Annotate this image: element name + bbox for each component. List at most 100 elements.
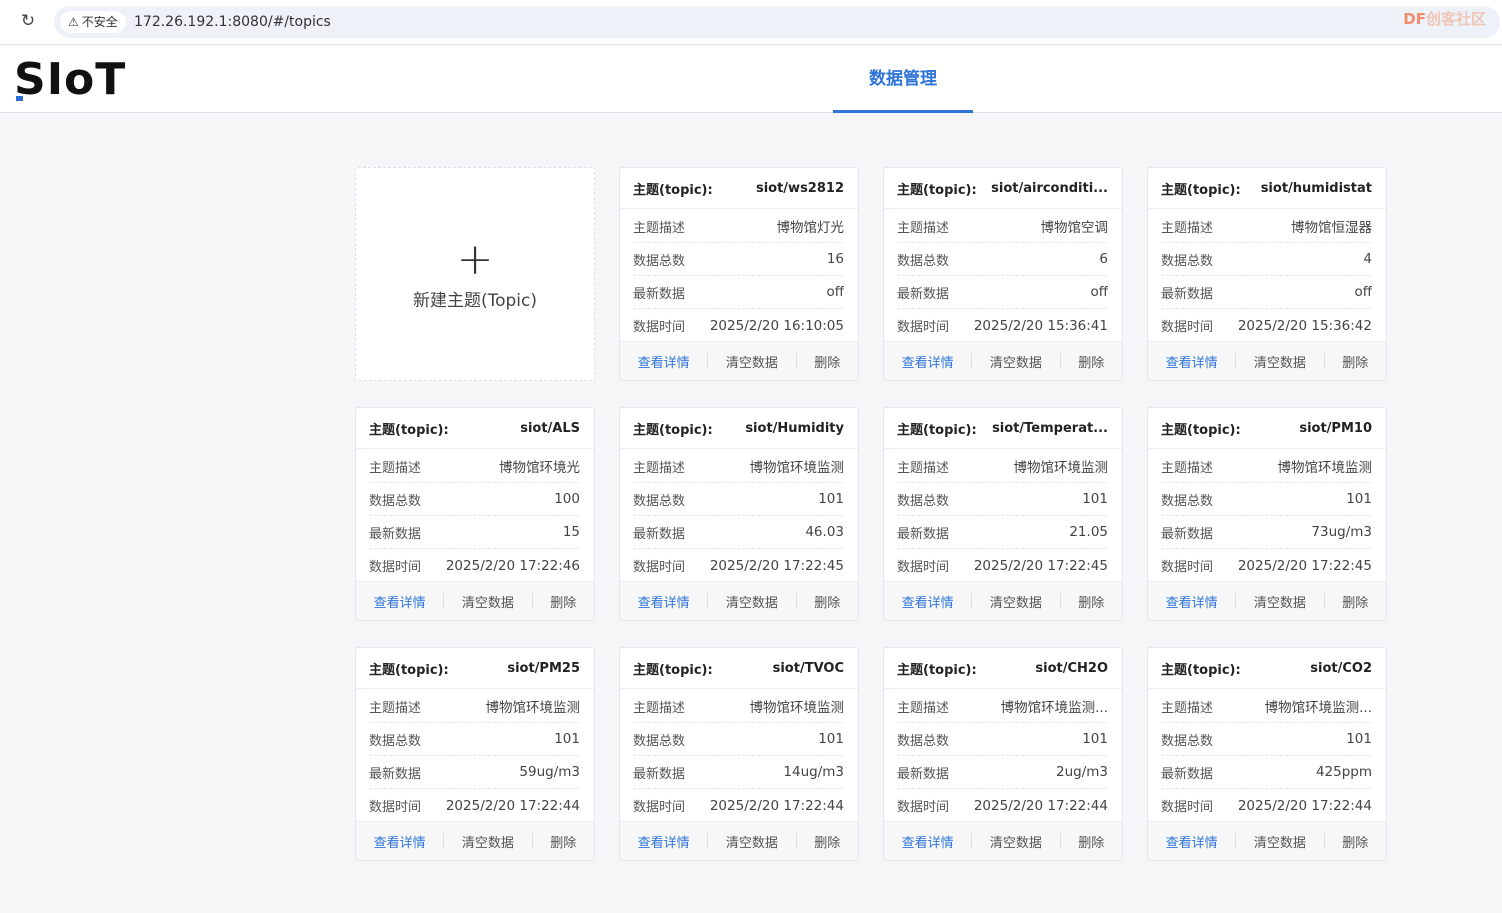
delete-button[interactable]: 删除 <box>1061 352 1122 371</box>
topic-key-label: 主题(topic): <box>369 662 449 678</box>
latest-data-value: off <box>826 284 844 300</box>
delete-button[interactable]: 删除 <box>1325 832 1386 851</box>
clear-data-button[interactable]: 清空数据 <box>972 352 1059 371</box>
topic-key-label: 主题(topic): <box>369 422 449 438</box>
delete-button[interactable]: 删除 <box>1061 592 1122 611</box>
clear-data-button[interactable]: 清空数据 <box>444 832 531 851</box>
delete-button[interactable]: 删除 <box>1325 352 1386 371</box>
view-details-button[interactable]: 查看详情 <box>1148 352 1235 371</box>
delete-button[interactable]: 删除 <box>797 352 858 371</box>
topic-description-value: 博物馆环境监测... <box>1264 700 1372 716</box>
topic-description-row: 主题描述 博物馆环境监测 <box>1161 450 1372 483</box>
latest-data-value: off <box>1354 284 1372 300</box>
plus-icon: + <box>456 233 494 285</box>
delete-button[interactable]: 删除 <box>533 592 594 611</box>
reload-icon[interactable]: ↻ <box>18 11 38 31</box>
view-details-button[interactable]: 查看详情 <box>884 832 971 851</box>
delete-button[interactable]: 删除 <box>533 832 594 851</box>
topic-description-label: 主题描述 <box>1161 220 1214 236</box>
latest-data-value: 15 <box>562 524 580 540</box>
topic-card-actions: 查看详情 清空数据 删除 <box>356 581 594 620</box>
view-details-button[interactable]: 查看详情 <box>356 592 443 611</box>
logo-accent-bar <box>16 96 23 101</box>
topic-name: siot/Humidity <box>745 420 844 436</box>
data-time-row: 数据时间 2025/2/20 17:22:46 <box>369 549 580 582</box>
latest-data-value: 73ug/m3 <box>1311 524 1372 540</box>
siot-logo: SIoT <box>14 54 126 106</box>
clear-data-button[interactable]: 清空数据 <box>708 592 795 611</box>
delete-button[interactable]: 删除 <box>1061 832 1122 851</box>
clear-data-button[interactable]: 清空数据 <box>972 592 1059 611</box>
new-topic-card[interactable]: + 新建主题(Topic) <box>355 167 595 381</box>
topic-key-label: 主题(topic): <box>1161 662 1241 678</box>
delete-button[interactable]: 删除 <box>1325 592 1386 611</box>
latest-data-row: 最新数据 21.05 <box>897 516 1108 549</box>
data-count-label: 数据总数 <box>633 493 686 509</box>
latest-data-label: 最新数据 <box>369 526 422 542</box>
data-time-label: 数据时间 <box>897 800 950 815</box>
latest-data-value: 46.03 <box>805 524 844 540</box>
data-count-row: 数据总数 101 <box>633 723 844 756</box>
clear-data-button[interactable]: 清空数据 <box>1236 832 1323 851</box>
data-count-label: 数据总数 <box>369 493 422 509</box>
topic-card-actions: 查看详情 清空数据 删除 <box>620 581 858 620</box>
clear-data-button[interactable]: 清空数据 <box>444 592 531 611</box>
insecure-badge[interactable]: ⚠ 不安全 <box>60 11 126 33</box>
topic-description-label: 主题描述 <box>897 460 950 476</box>
data-time-value: 2025/2/20 17:22:46 <box>445 557 580 574</box>
view-details-button[interactable]: 查看详情 <box>1148 832 1235 851</box>
latest-data-value: 21.05 <box>1069 524 1108 540</box>
url-bar[interactable]: ⚠ 不安全 172.26.192.1:8080/#/topics <box>54 6 1500 38</box>
topic-description-label: 主题描述 <box>633 460 686 476</box>
topic-card-actions: 查看详情 清空数据 删除 <box>356 821 594 860</box>
latest-data-label: 最新数据 <box>1161 526 1214 542</box>
url-text[interactable]: 172.26.192.1:8080/#/topics <box>134 6 331 38</box>
data-count-label: 数据总数 <box>1161 253 1214 269</box>
view-details-button[interactable]: 查看详情 <box>884 352 971 371</box>
latest-data-row: 最新数据 off <box>1161 276 1372 309</box>
latest-data-row: 最新数据 2ug/m3 <box>897 756 1108 789</box>
topic-card: 主题(topic): siot/PM25 主题描述 博物馆环境监测 数据总数 101 最新数… <box>355 647 595 861</box>
latest-data-value: 14ug/m3 <box>783 764 844 780</box>
view-details-button[interactable]: 查看详情 <box>1148 592 1235 611</box>
topic-name: siot/airconditi... <box>991 180 1108 196</box>
data-count-value: 16 <box>826 251 844 267</box>
topic-key-label: 主题(topic): <box>1161 182 1241 198</box>
topic-card-header: 主题(topic): siot/ws2812 <box>620 168 858 209</box>
data-count-value: 101 <box>1346 731 1372 747</box>
clear-data-button[interactable]: 清空数据 <box>972 832 1059 851</box>
view-details-button[interactable]: 查看详情 <box>620 832 707 851</box>
tab-data-management[interactable]: 数据管理 <box>833 46 973 113</box>
view-details-button[interactable]: 查看详情 <box>620 592 707 611</box>
topic-card-header: 主题(topic): siot/PM25 <box>356 648 594 689</box>
topic-description-value: 博物馆环境光 <box>499 460 580 476</box>
clear-data-button[interactable]: 清空数据 <box>708 832 795 851</box>
latest-data-label: 最新数据 <box>633 526 686 542</box>
topic-key-label: 主题(topic): <box>633 662 713 678</box>
data-count-label: 数据总数 <box>633 733 686 749</box>
data-count-row: 数据总数 101 <box>1161 483 1372 516</box>
view-details-button[interactable]: 查看详情 <box>356 832 443 851</box>
topic-card-actions: 查看详情 清空数据 删除 <box>1148 821 1386 860</box>
data-count-value: 100 <box>554 491 580 507</box>
data-count-value: 101 <box>1082 491 1108 507</box>
delete-button[interactable]: 删除 <box>797 592 858 611</box>
data-count-value: 101 <box>818 731 844 747</box>
clear-data-button[interactable]: 清空数据 <box>1236 592 1323 611</box>
view-details-button[interactable]: 查看详情 <box>884 592 971 611</box>
topic-description-value: 博物馆空调 <box>1040 220 1109 236</box>
topic-card-body: 主题描述 博物馆恒湿器 数据总数 4 最新数据 off 数据时间 2025/2/20 15:3… <box>1148 209 1386 342</box>
data-count-label: 数据总数 <box>633 253 686 269</box>
data-count-label: 数据总数 <box>369 733 422 749</box>
clear-data-button[interactable]: 清空数据 <box>1236 352 1323 371</box>
latest-data-label: 最新数据 <box>1161 286 1214 302</box>
data-time-row: 数据时间 2025/2/20 17:22:44 <box>897 789 1108 822</box>
latest-data-row: 最新数据 73ug/m3 <box>1161 516 1372 549</box>
warning-icon: ⚠ <box>68 15 79 29</box>
new-topic-label: 新建主题(Topic) <box>412 290 538 311</box>
delete-button[interactable]: 删除 <box>797 832 858 851</box>
data-time-value: 2025/2/20 17:22:44 <box>973 797 1108 814</box>
topic-card-header: 主题(topic): siot/ALS <box>356 408 594 449</box>
view-details-button[interactable]: 查看详情 <box>620 352 707 371</box>
clear-data-button[interactable]: 清空数据 <box>708 352 795 371</box>
